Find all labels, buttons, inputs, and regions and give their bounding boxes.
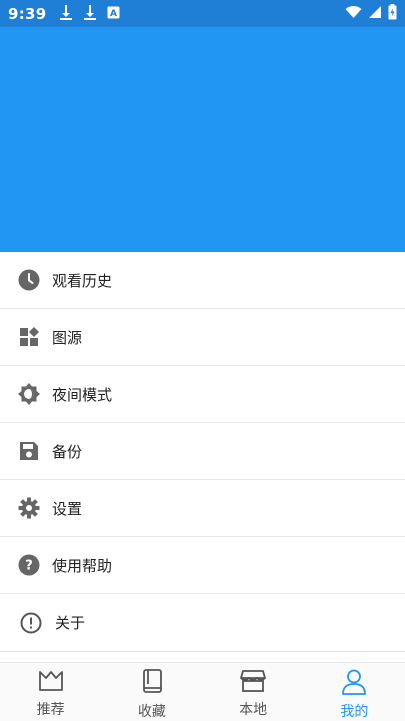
night-mode-icon xyxy=(17,382,41,406)
menu-item-settings[interactable]: 设置 xyxy=(0,480,405,537)
menu-item-label: 备份 xyxy=(52,442,83,461)
info-icon xyxy=(19,611,43,635)
svg-text:A: A xyxy=(110,9,117,19)
menu-item-night-mode[interactable]: 夜间模式 xyxy=(0,366,405,423)
bottom-navigation: 推荐 收藏 本地 我的 xyxy=(0,662,405,721)
nav-label: 我的 xyxy=(340,704,369,720)
nav-tab-favorites[interactable]: 收藏 xyxy=(101,663,202,721)
menu-item-source[interactable]: 图源 xyxy=(0,309,405,366)
svg-text:?: ? xyxy=(25,559,33,574)
nav-tab-local[interactable]: 本地 xyxy=(203,663,304,721)
status-bar: 9:39 A xyxy=(0,0,405,27)
nav-label: 本地 xyxy=(239,702,268,718)
person-icon xyxy=(342,669,367,699)
source-grid-icon xyxy=(17,325,41,349)
menu-item-about[interactable]: 关于 xyxy=(0,594,405,652)
status-time: 9:39 xyxy=(8,4,47,23)
menu-item-label: 观看历史 xyxy=(52,271,113,290)
download-icon xyxy=(83,4,97,24)
battery-icon xyxy=(388,3,397,24)
a-notification-icon: A xyxy=(107,4,120,23)
nav-label: 推荐 xyxy=(36,702,65,718)
menu-item-history[interactable]: 观看历史 xyxy=(0,252,405,309)
wifi-icon xyxy=(345,4,362,23)
menu-list: 观看历史 图源 夜间模式 备份 设置 ? 使用帮助 关于 xyxy=(0,252,405,652)
menu-item-label: 夜间模式 xyxy=(52,385,113,404)
nav-tab-mine[interactable]: 我的 xyxy=(304,663,405,721)
profile-header xyxy=(0,27,405,252)
menu-item-label: 设置 xyxy=(52,499,83,518)
gear-icon xyxy=(17,496,41,520)
book-icon xyxy=(140,669,164,699)
menu-item-label: 图源 xyxy=(52,328,83,347)
history-clock-icon xyxy=(17,268,41,292)
save-backup-icon xyxy=(17,439,41,463)
menu-item-label: 关于 xyxy=(55,614,86,632)
nav-label: 收藏 xyxy=(137,704,166,720)
crown-icon xyxy=(38,669,64,697)
nav-tab-recommend[interactable]: 推荐 xyxy=(0,663,101,721)
download-icon xyxy=(59,4,73,24)
help-icon: ? xyxy=(17,553,41,577)
store-icon xyxy=(240,669,267,697)
menu-item-backup[interactable]: 备份 xyxy=(0,423,405,480)
menu-item-label: 使用帮助 xyxy=(52,556,113,575)
signal-icon xyxy=(368,4,382,23)
menu-item-help[interactable]: ? 使用帮助 xyxy=(0,537,405,594)
